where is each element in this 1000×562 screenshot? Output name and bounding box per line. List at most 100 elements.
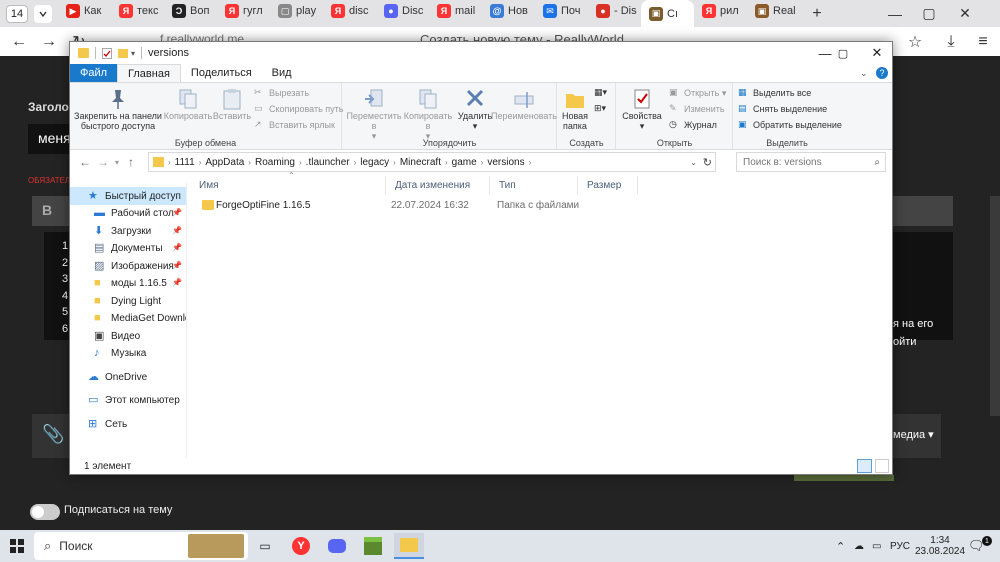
breadcrumb-item[interactable]: game [448,157,481,168]
browser-tab[interactable]: Ярил [694,0,747,22]
menu-icon[interactable]: ≡ [968,27,998,56]
discord-icon[interactable] [322,533,352,559]
select-none-button[interactable]: ▤ Снять выделение [738,103,827,115]
new-tab-button[interactable]: + [806,3,828,25]
quick-access-toolbar-dropdown-icon[interactable]: ▾ [131,49,135,58]
column-type[interactable]: Тип [490,176,578,194]
attach-area[interactable]: 📎 [32,414,72,458]
tab-home[interactable]: Главная [117,64,181,82]
search-input[interactable]: Поиск в: versions ⌕ [736,152,886,172]
tab-view[interactable]: Вид [262,64,302,82]
nav-item[interactable]: ■ Dying Light [70,292,186,310]
cut-button[interactable]: ✂ Вырезать [254,87,309,99]
browser-tab[interactable]: Ягугл [217,0,270,22]
tab-list-chevron-icon[interactable] [34,4,52,23]
close-browser-icon[interactable]: ✕ [950,0,980,27]
maximize-browser-icon[interactable]: ▢ [914,0,944,27]
task-view-icon[interactable]: ▭ [250,533,280,559]
nav-item[interactable]: ★ Быстрый доступ [70,187,186,205]
nav-item[interactable]: ▭ Этот компьютер [70,391,186,409]
ribbon-collapse-chevron-icon[interactable]: ⌄ [860,68,868,79]
browser-tab[interactable]: ✉ Поч [535,0,588,22]
new-item-icon[interactable]: ▦▾ [594,87,607,98]
properties-quick-icon[interactable] [102,47,112,59]
invert-selection-button[interactable]: ▣ Обратить выделение [738,119,842,131]
nav-item[interactable]: ▨ Изображения 📌 [70,257,186,275]
subscribe-toggle[interactable] [30,504,60,520]
bold-button[interactable]: B [42,202,52,218]
breadcrumb-separator-icon[interactable]: › [529,158,532,167]
close-icon[interactable]: ✕ [860,42,894,64]
nav-item[interactable]: ⬇ Загрузки 📌 [70,222,186,240]
select-all-button[interactable]: ▦ Выделить все [738,87,811,99]
copy-to-button[interactable]: Копировать в ▾ [401,87,455,141]
column-date[interactable]: Дата изменения [386,176,490,194]
browser-tab[interactable]: ▶ Как [58,0,111,22]
help-icon[interactable]: ? [876,67,888,79]
column-name[interactable]: Имя [190,176,386,194]
maximize-icon[interactable]: ▢ [826,42,860,64]
paste-shortcut-button[interactable]: ↗ Вставить ярлык [254,119,335,131]
nav-item[interactable]: ■ моды 1.16.5 📌 [70,274,186,292]
details-view-icon[interactable] [857,459,872,473]
page-scrollbar[interactable] [990,196,1000,416]
breadcrumb-item[interactable]: Minecraft [396,157,445,168]
browser-tab[interactable]: ● Disc [376,0,429,22]
copy-path-button[interactable]: ▭ Скопировать путь [254,103,343,115]
tab-share[interactable]: Поделиться [181,64,262,82]
browser-tab[interactable]: ▣ Real [747,0,800,22]
table-row[interactable]: ForgeOptiFine 1.16.5 22.07.2024 16:32 Па… [190,195,892,217]
taskbar-search-input[interactable]: ⌕ Поиск [34,532,248,560]
column-size[interactable]: Размер [578,176,638,194]
nav-item[interactable]: ▤ Документы 📌 [70,239,186,257]
edit-button[interactable]: ✎ Изменить [669,103,725,115]
back-icon[interactable]: ← [76,153,94,171]
minecraft-icon[interactable] [358,533,388,559]
refresh-icon[interactable]: ↻ [703,156,712,169]
browser-tab[interactable]: ● - Dis [588,0,641,22]
nav-item[interactable]: ☁ OneDrive [70,368,186,386]
browser-tab[interactable]: Яmail [429,0,482,22]
file-explorer-taskbar-icon[interactable] [394,533,424,559]
browser-tab[interactable]: Ятекс [111,0,164,22]
path-breadcrumb[interactable]: › 1111 › AppData › Roaming › .tlauncher › legacy… [148,152,716,172]
new-folder-quick-icon[interactable] [118,48,128,58]
network-tray-icon[interactable]: ▭ [872,530,881,562]
nav-item[interactable]: ♪ Музыка [70,344,186,362]
up-arrow-icon[interactable]: ↑ [122,153,140,171]
breadcrumb-item[interactable]: AppData [201,157,248,168]
language-indicator[interactable]: РУС [890,530,910,562]
properties-button[interactable]: Свойства ▾ [619,87,665,131]
nav-item[interactable]: ▬ Рабочий стол 📌 [70,204,186,222]
windows-start-icon[interactable] [10,539,24,553]
delete-button[interactable]: Удалить ▾ [455,87,495,131]
nav-item[interactable]: ⊞ Сеть [70,415,186,433]
back-arrow-icon[interactable]: ← [4,27,34,56]
copy-button[interactable]: Копировать [162,87,214,121]
easy-access-icon[interactable]: ⊞▾ [594,103,606,114]
pin-quick-access-button[interactable]: Закрепить на панели быстрого доступа [74,87,162,131]
forward-arrow-icon[interactable]: → [34,27,64,56]
breadcrumb-item[interactable]: .tlauncher [302,157,354,168]
nav-item[interactable]: ▣ Видео [70,327,186,345]
history-button[interactable]: ◷ Журнал [669,119,717,131]
forward-icon[interactable]: → [94,153,112,171]
path-dropdown-chevron-icon[interactable]: ⌄ [690,158,697,167]
tab-file[interactable]: Файл [70,64,118,82]
tab-counter[interactable]: 14 [6,4,28,23]
notifications-icon[interactable]: 🗨 [968,530,985,562]
tray-overflow-chevron-icon[interactable]: ⌃ [836,530,845,562]
editor-body-right[interactable]: я на его ойти [893,232,953,348]
minimize-browser-icon[interactable]: — [880,0,910,27]
topic-title-input[interactable]: меня [28,124,72,154]
yandex-browser-icon[interactable]: Y [286,533,316,559]
browser-tab[interactable]: ▢ play [270,0,323,22]
breadcrumb-item[interactable]: Roaming [251,157,299,168]
browser-tab[interactable]: Ɔ Воп [164,0,217,22]
rename-button[interactable]: Переименовать [491,87,557,121]
open-button[interactable]: ▣ Открыть ▾ [669,87,726,99]
download-tray-icon[interactable]: ⤓ [936,27,966,56]
new-folder-button[interactable]: Новая папка [560,87,590,131]
move-to-button[interactable]: Переместить в ▾ [346,87,402,141]
breadcrumb-item[interactable]: versions [483,157,528,168]
